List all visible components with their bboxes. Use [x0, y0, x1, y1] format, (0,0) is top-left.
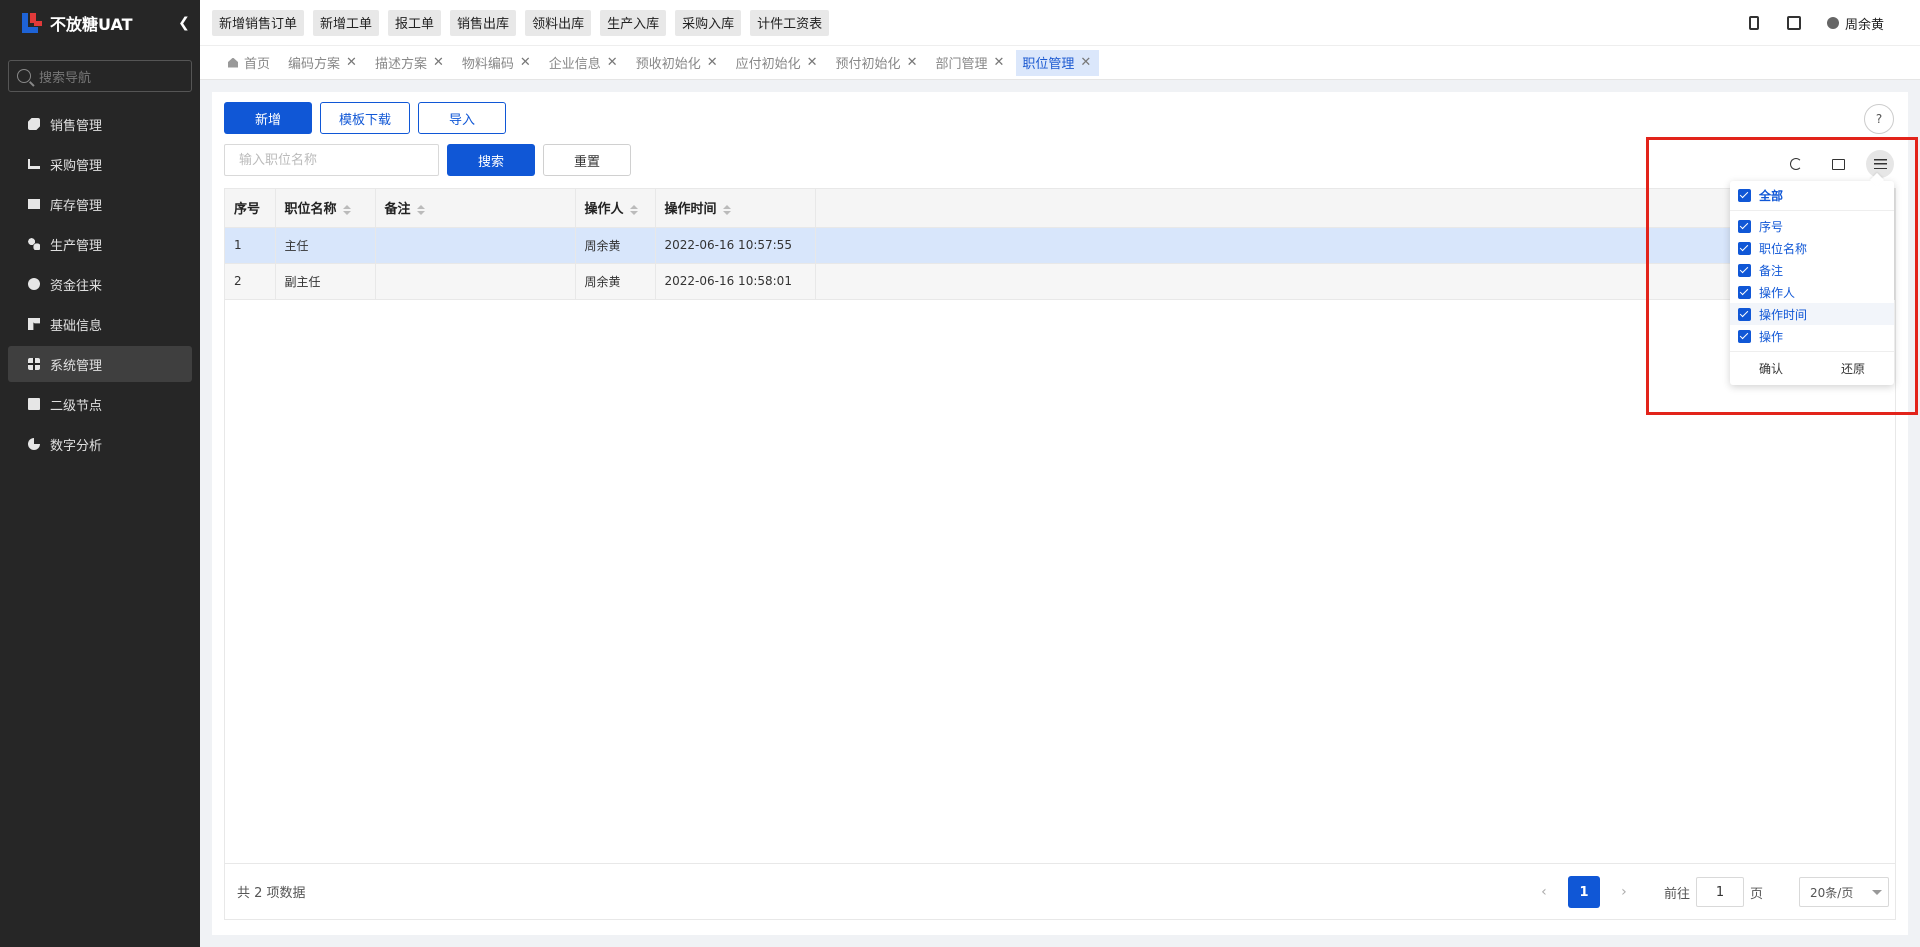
- close-icon[interactable]: ✕: [520, 55, 531, 70]
- user-name[interactable]: 周余黄: [1845, 14, 1884, 33]
- quick-material-outbound-button[interactable]: 领料出库: [525, 9, 592, 36]
- page-size-select[interactable]: 20条/页: [1799, 877, 1889, 907]
- tab-home[interactable]: 首页: [222, 50, 278, 76]
- production-icon: [28, 238, 40, 250]
- sidebar-item-inventory[interactable]: 库存管理: [8, 186, 192, 222]
- dashboard-icon[interactable]: [1786, 16, 1801, 30]
- help-icon[interactable]: ?: [1864, 104, 1894, 134]
- sidebar-item-analytics[interactable]: 数字分析: [8, 426, 192, 462]
- sort-icon[interactable]: [342, 204, 351, 215]
- search-icon: [17, 69, 31, 83]
- sidebar-item-sales[interactable]: 销售管理: [8, 106, 192, 142]
- table-footer: 共 2 项数据 ‹ 1 › 前往 页 20条/页: [225, 863, 1895, 919]
- reset-button[interactable]: 重置: [543, 144, 631, 176]
- app-title: 不放糖UAT: [50, 15, 133, 34]
- pagination: ‹ 1 › 前往 页 20条/页: [1528, 864, 1889, 920]
- search-row: 搜索 重置: [224, 144, 639, 176]
- total-count: 共 2 项数据: [237, 886, 306, 901]
- col-operate-time[interactable]: 操作时间: [655, 189, 816, 228]
- table-row[interactable]: 1 主任 周余黄 2022-06-16 10:57:55 修改: [225, 227, 1895, 264]
- apps-icon: [28, 358, 40, 370]
- doc-icon: [28, 398, 40, 410]
- tab-material-code[interactable]: 物料编码 ✕: [456, 50, 539, 76]
- import-button[interactable]: 导入: [418, 102, 506, 134]
- close-icon[interactable]: ✕: [993, 55, 1004, 70]
- page-unit-label: 页: [1749, 886, 1763, 902]
- cart-icon: [28, 159, 40, 169]
- goto-page-input[interactable]: [1695, 877, 1744, 907]
- tab-description-scheme[interactable]: 描述方案 ✕: [369, 50, 452, 76]
- sidebar-item-purchase[interactable]: 采购管理: [8, 146, 192, 182]
- sidebar-menu: 销售管理 采购管理 库存管理 生产管理 资金往来 基础信息 系统管理 二级节点 …: [0, 106, 200, 462]
- page-number[interactable]: 1: [1567, 876, 1600, 908]
- next-page-icon[interactable]: ›: [1614, 884, 1634, 900]
- tab-prepayment-init[interactable]: 预付初始化 ✕: [830, 50, 926, 76]
- tab-payable-init[interactable]: 应付初始化 ✕: [730, 50, 826, 76]
- top-bar: 新增销售订单 新增工单 报工单 销售出库 领料出库 生产入库 采购入库 计件工资…: [200, 0, 1920, 46]
- tab-advance-receipt-init[interactable]: 预收初始化 ✕: [630, 50, 726, 76]
- tab-position[interactable]: 职位管理 ✕: [1016, 49, 1100, 76]
- quick-purchase-inbound-button[interactable]: 采购入库: [675, 9, 742, 36]
- col-remark[interactable]: 备注: [375, 189, 576, 228]
- position-name-input[interactable]: [224, 144, 439, 176]
- warehouse-icon: [28, 199, 40, 209]
- collapse-sidebar-icon[interactable]: ❮: [174, 15, 194, 31]
- highlight-annotation: [1646, 137, 1918, 415]
- sidebar-item-basic-info[interactable]: 基础信息: [8, 306, 192, 342]
- close-icon[interactable]: ✕: [707, 55, 718, 70]
- pie-chart-icon: [28, 438, 40, 450]
- close-icon[interactable]: ✕: [1080, 55, 1091, 70]
- search-button[interactable]: 搜索: [447, 144, 535, 176]
- tag-icon: [28, 118, 40, 130]
- add-button[interactable]: 新增: [224, 102, 312, 134]
- logo-row: 不放糖UAT ❮: [0, 0, 200, 46]
- close-icon[interactable]: ✕: [607, 55, 618, 70]
- page-tabs: 首页 编码方案 ✕ 描述方案 ✕ 物料编码 ✕ 企业信息 ✕ 预收初始化 ✕ 应付初始化 ✕…: [200, 46, 1920, 80]
- sidebar-item-funds[interactable]: 资金往来: [8, 266, 192, 302]
- quick-production-inbound-button[interactable]: 生产入库: [600, 9, 667, 36]
- grid-icon: [28, 318, 40, 330]
- close-icon[interactable]: ✕: [346, 55, 357, 70]
- col-spacer: [815, 189, 1745, 228]
- tab-department[interactable]: 部门管理 ✕: [929, 50, 1012, 76]
- table-row[interactable]: 2 副主任 周余黄 2022-06-16 10:58:01 修改: [225, 263, 1895, 300]
- quick-new-work-order-button[interactable]: 新增工单: [313, 9, 380, 36]
- template-download-button[interactable]: 模板下载: [320, 102, 410, 134]
- top-right-actions: 周余黄: [1721, 0, 1884, 46]
- prev-page-icon[interactable]: ‹: [1534, 884, 1554, 900]
- sidebar-item-system[interactable]: 系统管理: [8, 346, 192, 382]
- close-icon[interactable]: ✕: [907, 55, 918, 70]
- close-icon[interactable]: ✕: [433, 55, 444, 70]
- sidebar-item-production[interactable]: 生产管理: [8, 226, 192, 262]
- goto-label: 前往: [1663, 886, 1690, 902]
- sort-icon[interactable]: [629, 204, 638, 215]
- nav-search-input[interactable]: 搜索导航: [8, 60, 192, 92]
- user-icon[interactable]: [1826, 17, 1839, 29]
- sidebar: 不放糖UAT ❮ 搜索导航 销售管理 采购管理 库存管理 生产管理 资金往来 基…: [0, 0, 200, 947]
- sidebar-item-secondary[interactable]: 二级节点: [8, 386, 192, 422]
- table-header: 序号 职位名称 备注 操作人 操作时间 操作: [225, 189, 1895, 228]
- tab-coding-scheme[interactable]: 编码方案 ✕: [282, 50, 365, 76]
- tab-company-info[interactable]: 企业信息 ✕: [543, 50, 626, 76]
- home-icon: [228, 57, 238, 68]
- coin-icon: [28, 278, 40, 290]
- logo-icon: [20, 11, 44, 35]
- close-icon[interactable]: ✕: [807, 55, 818, 70]
- quick-work-report-button[interactable]: 报工单: [388, 9, 442, 36]
- quick-new-sales-order-button[interactable]: 新增销售订单: [212, 9, 305, 36]
- quick-piece-wage-button[interactable]: 计件工资表: [750, 9, 830, 36]
- sort-icon[interactable]: [722, 204, 731, 215]
- col-position-name[interactable]: 职位名称: [275, 189, 376, 228]
- col-operator[interactable]: 操作人: [575, 189, 656, 228]
- mobile-icon[interactable]: [1748, 16, 1759, 30]
- quick-sales-outbound-button[interactable]: 销售出库: [450, 9, 517, 36]
- col-index: 序号: [225, 189, 276, 228]
- chevron-down-icon: [1872, 889, 1882, 895]
- sort-icon[interactable]: [416, 204, 425, 215]
- action-buttons: 新增 模板下载 导入: [224, 102, 514, 134]
